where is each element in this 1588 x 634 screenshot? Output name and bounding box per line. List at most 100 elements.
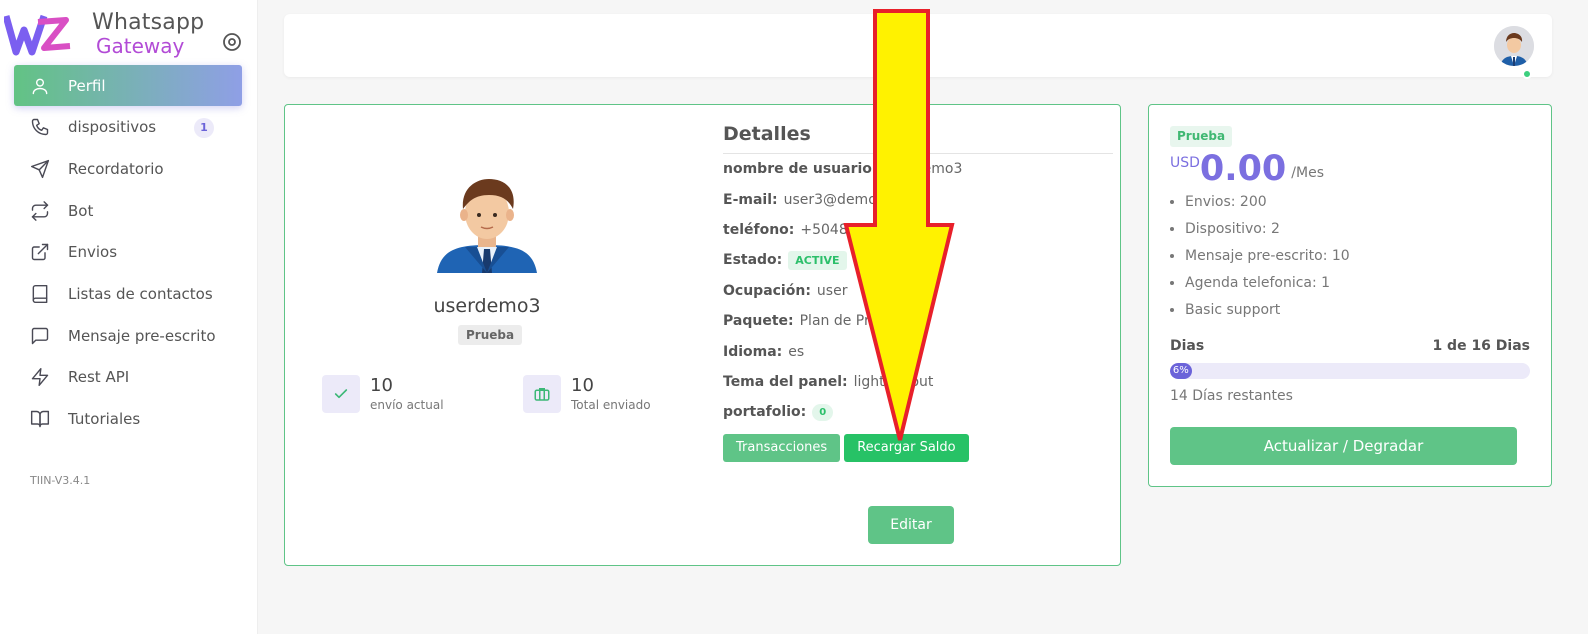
zap-icon [30, 367, 50, 387]
sidebar-item-label: Rest API [68, 368, 130, 387]
sidebar-item-recordatorio[interactable]: Recordatorio [14, 148, 242, 189]
brand-line2: Gateway [96, 34, 185, 58]
stat-value: 10 [370, 375, 393, 396]
detail-email: E-mail: user3@demo.com [723, 184, 1113, 214]
detail-value: +50489520312 [800, 221, 911, 238]
device-count-badge: 1 [194, 117, 214, 138]
detail-key: Ocupación: [723, 282, 811, 299]
detail-value: Plan de Prueba [799, 313, 905, 330]
stat-value: 10 [571, 375, 594, 396]
send-icon [30, 159, 50, 179]
sidebar-item-label: Listas de contactos [68, 284, 213, 303]
briefcase-icon [523, 375, 561, 413]
transactions-button[interactable]: Transacciones [723, 433, 841, 462]
sidebar-item-label: dispositivos [68, 118, 157, 137]
user-avatar-icon [1494, 26, 1534, 66]
detail-value: user [816, 282, 848, 299]
price-amount: 0.00 [1199, 149, 1287, 189]
check-icon [322, 375, 360, 413]
profile-username: userdemo3 [433, 295, 541, 317]
detail-value: userdemo3 [883, 161, 963, 178]
sidebar-item-label: Tutoriales [68, 410, 141, 428]
app-version: TIIN-V3.4.1 [30, 474, 91, 487]
repeat-icon [30, 200, 50, 221]
settings-circle-icon[interactable] [222, 32, 242, 52]
recharge-balance-button[interactable]: Recargar Saldo [844, 433, 969, 462]
sidebar-item-envios[interactable]: Envios [14, 232, 242, 273]
logo-mark-icon [4, 14, 71, 56]
detail-package: Paquete: Plan de Prueba [723, 306, 1113, 336]
portfolio-badge: 0 [812, 403, 834, 421]
sidebar-item-tutoriales[interactable]: Tutoriales [14, 399, 242, 440]
list-item: Mensaje pre-escrito: 10 [1185, 243, 1350, 270]
details-actions: Transacciones Recargar Saldo [723, 433, 1113, 462]
sidebar-item-perfil[interactable]: Perfil [14, 65, 242, 106]
sidebar-item-label: Perfil [68, 76, 106, 95]
top-header [284, 14, 1552, 79]
sidebar-item-bot[interactable]: Bot [14, 190, 242, 231]
sidebar-item-label: Mensaje pre-escrito [68, 326, 216, 345]
details-section: Detalles nombre de usuario: userdemo3 E-m… [723, 123, 1113, 462]
message-square-icon [30, 326, 50, 346]
plan-features: Envios: 200 Dispositivo: 2 Mensaje pre-e… [1185, 189, 1350, 324]
sidebar-item-rest-api[interactable]: Rest API [14, 357, 242, 398]
progress-fill: 6% [1170, 363, 1192, 379]
detail-phone: teléfono: +50489520312 [723, 215, 1113, 245]
detail-value: es [788, 343, 805, 360]
brand-line1: Whatsapp [92, 10, 205, 35]
stat-label: envío actual [370, 398, 444, 412]
brand-logo[interactable]: Whatsapp Gateway [4, 8, 241, 58]
details-title: Detalles [723, 123, 1113, 154]
sidebar-item-listas-de-contactos[interactable]: Listas de contactos [14, 273, 242, 314]
sidebar-item-mensaje-pre-escrito[interactable]: Mensaje pre-escrito [14, 315, 242, 356]
detail-portfolio: portafolio: 0 [723, 397, 1113, 427]
detail-key: nombre de usuario: [723, 161, 878, 178]
list-item: Agenda telefonica: 1 [1185, 270, 1350, 297]
edit-button[interactable]: Editar [868, 506, 954, 544]
book-open-icon [30, 409, 50, 429]
sidebar-item-label: Envios [68, 243, 118, 262]
sidebar: Whatsapp Gateway Perfil dispositivos 1 R… [0, 0, 258, 634]
detail-key: teléfono: [723, 221, 795, 238]
detail-occupation: Ocupación: user [723, 276, 1113, 306]
external-link-icon [30, 242, 50, 262]
detail-status: Estado: ACTIVE [723, 245, 1113, 275]
sidebar-item-label: Recordatorio [68, 159, 164, 178]
online-status-dot [1522, 69, 1532, 79]
days-label: Dias [1170, 338, 1205, 354]
sidebar-nav: Perfil dispositivos 1 Recordatorio Bot E… [14, 65, 242, 440]
detail-key: portafolio: [723, 404, 807, 421]
phone-icon [30, 117, 50, 137]
detail-value: light-layout [853, 373, 934, 390]
detail-key: E-mail: [723, 191, 778, 208]
list-item: Dispositivo: 2 [1185, 216, 1350, 243]
days-value: 1 de 16 Dias [1432, 338, 1530, 354]
days-progress-bar: 6% [1170, 363, 1530, 379]
upgrade-downgrade-button[interactable]: Actualizar / Degradar [1170, 427, 1517, 465]
price-currency: USD [1170, 155, 1200, 171]
book-icon [30, 284, 50, 304]
detail-key: Idioma: [723, 343, 783, 360]
sidebar-item-label: Bot [68, 201, 94, 220]
plan-price: USD 0.00 /Mes [1170, 149, 1324, 189]
avatar[interactable] [1494, 26, 1534, 66]
profile-card: userdemo3 Prueba 10 envío actual 10 Tota… [284, 104, 1121, 566]
status-badge: ACTIVE [788, 250, 847, 270]
detail-key: Estado: [723, 252, 783, 269]
user-icon [30, 76, 50, 96]
list-item: Basic support [1185, 297, 1350, 324]
stat-current-sends: 10 envío actual [322, 375, 444, 413]
stat-total-sent: 10 Total enviado [523, 375, 651, 413]
plan-tag: Prueba [458, 325, 523, 345]
detail-key: Tema del panel: [723, 373, 848, 390]
detail-language: Idioma: es [723, 336, 1113, 366]
profile-avatar-icon [437, 179, 537, 273]
plan-badge: Prueba [1170, 126, 1233, 147]
days-remaining: 14 Días restantes [1170, 388, 1293, 404]
sidebar-item-dispositivos[interactable]: dispositivos 1 [14, 107, 242, 148]
days-row: Dias 1 de 16 Dias [1170, 338, 1530, 354]
stat-label: Total enviado [571, 398, 651, 412]
price-period: /Mes [1291, 165, 1324, 181]
plan-card: Prueba USD 0.00 /Mes Envios: 200 Disposi… [1148, 104, 1552, 487]
detail-theme: Tema del panel: light-layout [723, 367, 1113, 397]
